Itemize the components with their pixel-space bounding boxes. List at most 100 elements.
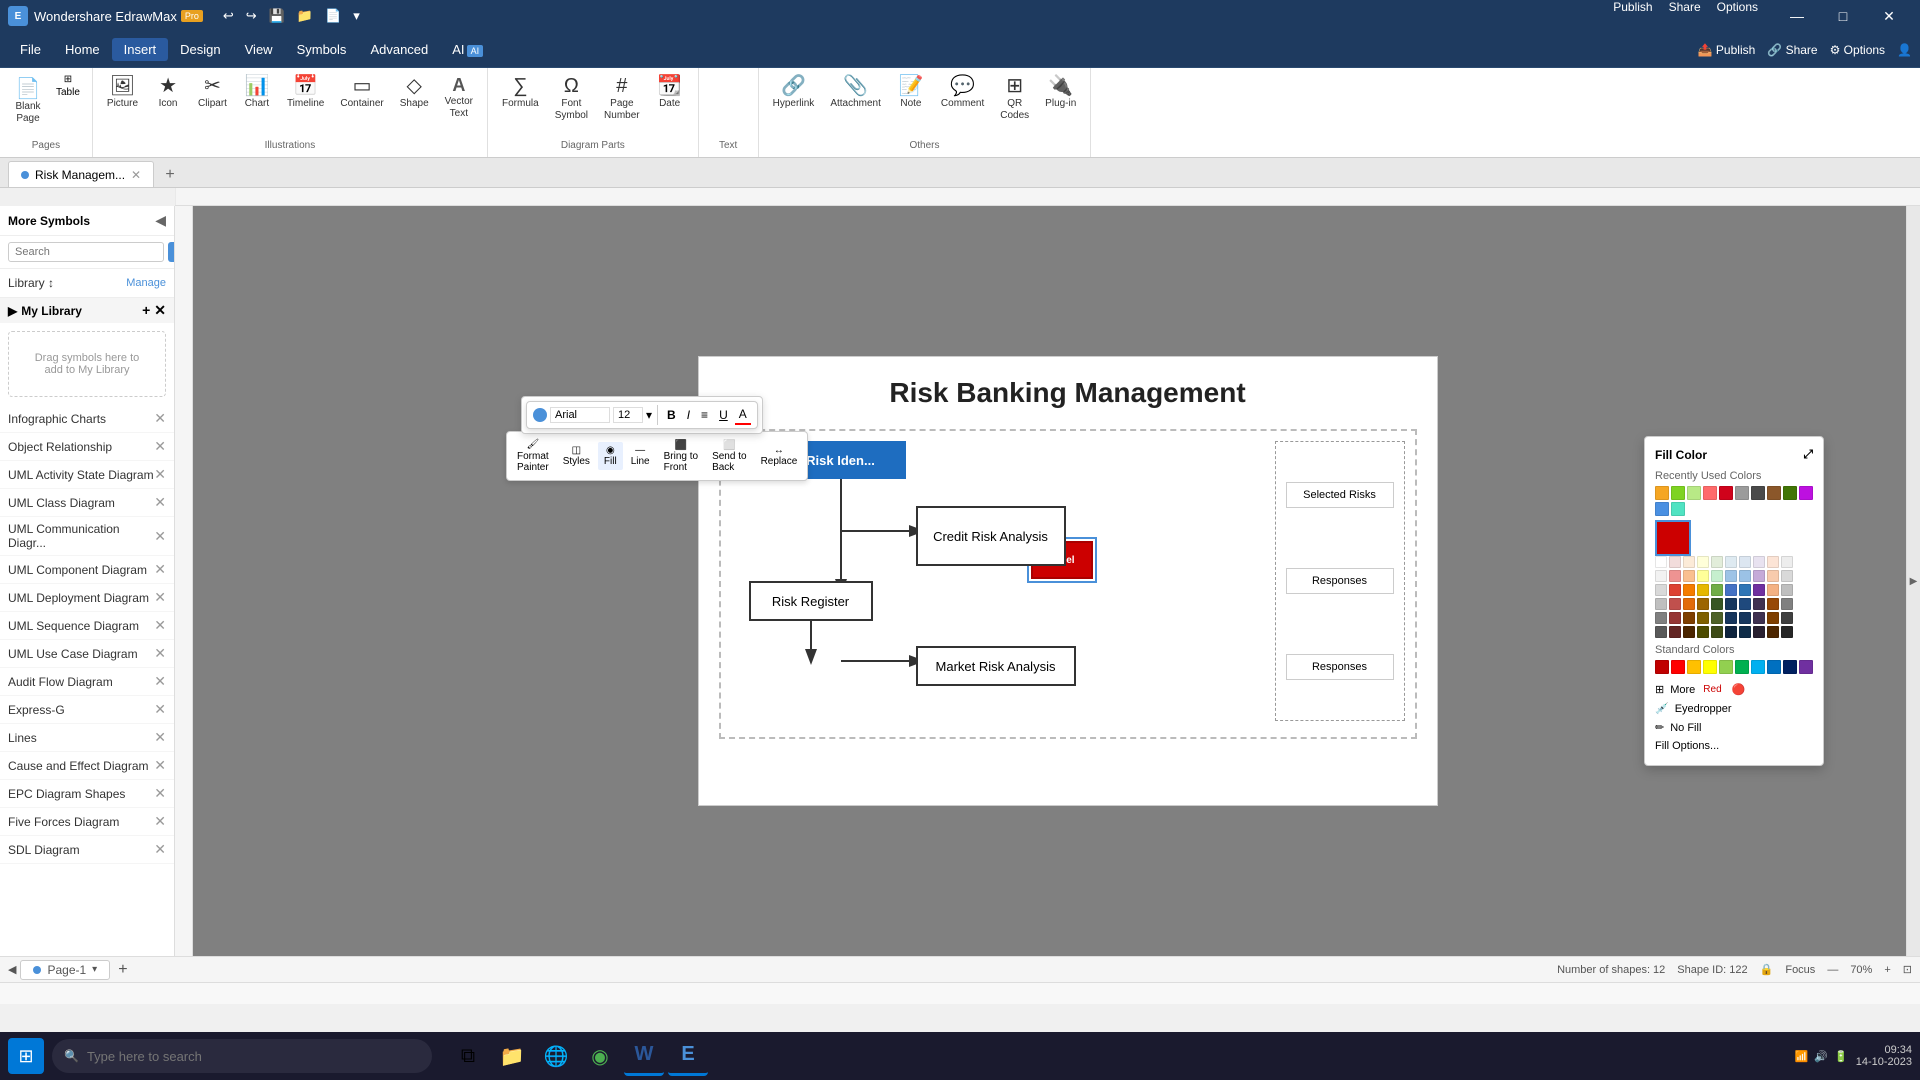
color-swatch[interactable] <box>1781 626 1793 638</box>
color-swatch[interactable] <box>1655 584 1667 596</box>
color-swatch[interactable] <box>1683 556 1695 568</box>
focus-btn[interactable]: Focus <box>1785 964 1815 976</box>
plug-in-btn[interactable]: 🔌 Plug-in <box>1039 72 1082 114</box>
standard-color-swatch[interactable] <box>1719 660 1733 674</box>
tab-close-icon[interactable]: ✕ <box>131 168 141 182</box>
color-swatch[interactable] <box>1739 612 1751 624</box>
underline-btn[interactable]: U <box>715 406 732 424</box>
share-btn[interactable]: Share <box>1669 0 1701 14</box>
icon-btn[interactable]: ★ Icon <box>148 72 188 114</box>
close-btn[interactable]: ✕ <box>1866 0 1912 32</box>
zoom-out-btn[interactable]: — <box>1827 964 1838 976</box>
color-swatch[interactable] <box>1753 612 1765 624</box>
standard-color-swatch[interactable] <box>1671 660 1685 674</box>
sidebar-item-cause-effect[interactable]: Cause and Effect Diagram✕ <box>0 752 174 780</box>
standard-color-swatch[interactable] <box>1703 660 1717 674</box>
color-swatch[interactable] <box>1725 584 1737 596</box>
menu-item-insert[interactable]: Insert <box>112 38 169 61</box>
italic-btn[interactable]: I <box>683 406 694 424</box>
formula-btn[interactable]: ∑ Formula <box>496 72 545 114</box>
bold-btn[interactable]: B <box>663 406 680 424</box>
color-swatch[interactable] <box>1725 556 1737 568</box>
more-colors-action[interactable]: ⊞ More Red 🔴 <box>1655 680 1813 699</box>
font-color-btn[interactable]: A <box>735 405 751 425</box>
redo-btn[interactable]: ↪ <box>242 6 261 26</box>
color-swatch[interactable] <box>1739 584 1751 596</box>
sidebar-item-close-icon[interactable]: ✕ <box>154 466 166 483</box>
align-btn[interactable]: ≡ <box>697 406 712 424</box>
attachment-btn[interactable]: 📎 Attachment <box>824 72 887 114</box>
bring-to-front-btn[interactable]: ⬛ Bring toFront <box>658 437 704 476</box>
color-swatch[interactable] <box>1655 626 1667 638</box>
color-swatch[interactable] <box>1671 486 1685 500</box>
date-btn[interactable]: 📆 Date <box>650 72 690 114</box>
color-swatch[interactable] <box>1683 584 1695 596</box>
comment-btn[interactable]: 💬 Comment <box>935 72 990 114</box>
line-btn[interactable]: — Line <box>625 442 656 470</box>
table-btn[interactable]: ⊞ Table <box>52 72 84 100</box>
color-swatch[interactable] <box>1735 486 1749 500</box>
sidebar-item-close-icon[interactable]: ✕ <box>154 494 166 511</box>
font-size-down-icon[interactable]: ▾ <box>646 408 652 422</box>
shape-credit-risk[interactable]: Credit Risk Analysis <box>916 506 1066 566</box>
color-swatch[interactable] <box>1767 584 1779 596</box>
eyedropper-action[interactable]: 💉 Eyedropper <box>1655 699 1813 718</box>
share-icon[interactable]: 🔗 Share <box>1767 43 1817 57</box>
color-swatch[interactable] <box>1767 556 1779 568</box>
fit-page-btn[interactable]: ⊡ <box>1903 963 1912 976</box>
sidebar-item-uml-component[interactable]: UML Component Diagram✕ <box>0 556 174 584</box>
sidebar-item-epc-diagram[interactable]: EPC Diagram Shapes✕ <box>0 780 174 808</box>
color-swatch[interactable] <box>1739 598 1751 610</box>
container-btn[interactable]: ▭ Container <box>334 72 389 114</box>
note-btn[interactable]: 📝 Note <box>891 72 931 114</box>
sidebar-item-uml-deployment[interactable]: UML Deployment Diagram✕ <box>0 584 174 612</box>
sidebar-item-close-icon[interactable]: ✕ <box>154 813 166 830</box>
color-swatch[interactable] <box>1711 570 1723 582</box>
font-selector[interactable]: Arial <box>550 407 610 423</box>
color-swatch[interactable] <box>1683 612 1695 624</box>
color-swatch[interactable] <box>1753 626 1765 638</box>
color-swatch[interactable] <box>1739 556 1751 568</box>
sidebar-item-close-icon[interactable]: ✕ <box>154 757 166 774</box>
color-swatch[interactable] <box>1767 570 1779 582</box>
search-input[interactable] <box>8 242 164 262</box>
color-swatch[interactable] <box>1669 556 1681 568</box>
sidebar-item-close-icon[interactable]: ✕ <box>154 528 166 545</box>
color-swatch[interactable] <box>1687 486 1701 500</box>
zoom-in-btn[interactable]: + <box>1884 964 1890 976</box>
format-painter-btn[interactable]: 🖌 FormatPainter <box>511 436 555 476</box>
color-swatch[interactable] <box>1725 612 1737 624</box>
standard-color-swatch[interactable] <box>1655 660 1669 674</box>
color-swatch[interactable] <box>1781 584 1793 596</box>
doc-tab-risk[interactable]: Risk Managem... ✕ <box>8 161 154 187</box>
save-btn[interactable]: 💾 <box>265 6 289 26</box>
color-swatch[interactable] <box>1669 570 1681 582</box>
sidebar-item-uml-sequence[interactable]: UML Sequence Diagram✕ <box>0 612 174 640</box>
sidebar-item-lines[interactable]: Lines✕ <box>0 724 174 752</box>
shape-market-risk[interactable]: Market Risk Analysis <box>916 646 1076 686</box>
sidebar-item-express-g[interactable]: Express-G✕ <box>0 696 174 724</box>
sidebar-item-uml-use-case[interactable]: UML Use Case Diagram✕ <box>0 640 174 668</box>
color-swatch[interactable] <box>1781 612 1793 624</box>
color-swatch[interactable] <box>1683 570 1695 582</box>
taskbar-edge[interactable]: 🌐 <box>536 1036 576 1076</box>
color-swatch[interactable] <box>1655 502 1669 516</box>
page-number-btn[interactable]: # PageNumber <box>598 72 646 126</box>
sidebar-item-close-icon[interactable]: ✕ <box>154 617 166 634</box>
color-swatch[interactable] <box>1767 486 1781 500</box>
color-swatch[interactable] <box>1683 626 1695 638</box>
taskbar-edraw[interactable]: E <box>668 1036 708 1076</box>
popup-expand-icon[interactable]: ⤢ <box>1803 447 1813 462</box>
publish-icon[interactable]: 📤 Publish <box>1698 43 1756 57</box>
color-swatch[interactable] <box>1781 556 1793 568</box>
color-swatch[interactable] <box>1781 570 1793 582</box>
color-swatch[interactable] <box>1753 598 1765 610</box>
sidebar-item-five-forces[interactable]: Five Forces Diagram✕ <box>0 808 174 836</box>
color-swatch[interactable] <box>1725 598 1737 610</box>
add-page-btn[interactable]: + <box>114 961 131 979</box>
no-fill-action[interactable]: ✏ No Fill <box>1655 718 1813 737</box>
undo-btn[interactable]: ↩ <box>219 6 238 26</box>
standard-color-swatch[interactable] <box>1735 660 1749 674</box>
font-size-selector[interactable]: 12 <box>613 407 643 423</box>
color-swatch[interactable] <box>1697 556 1709 568</box>
